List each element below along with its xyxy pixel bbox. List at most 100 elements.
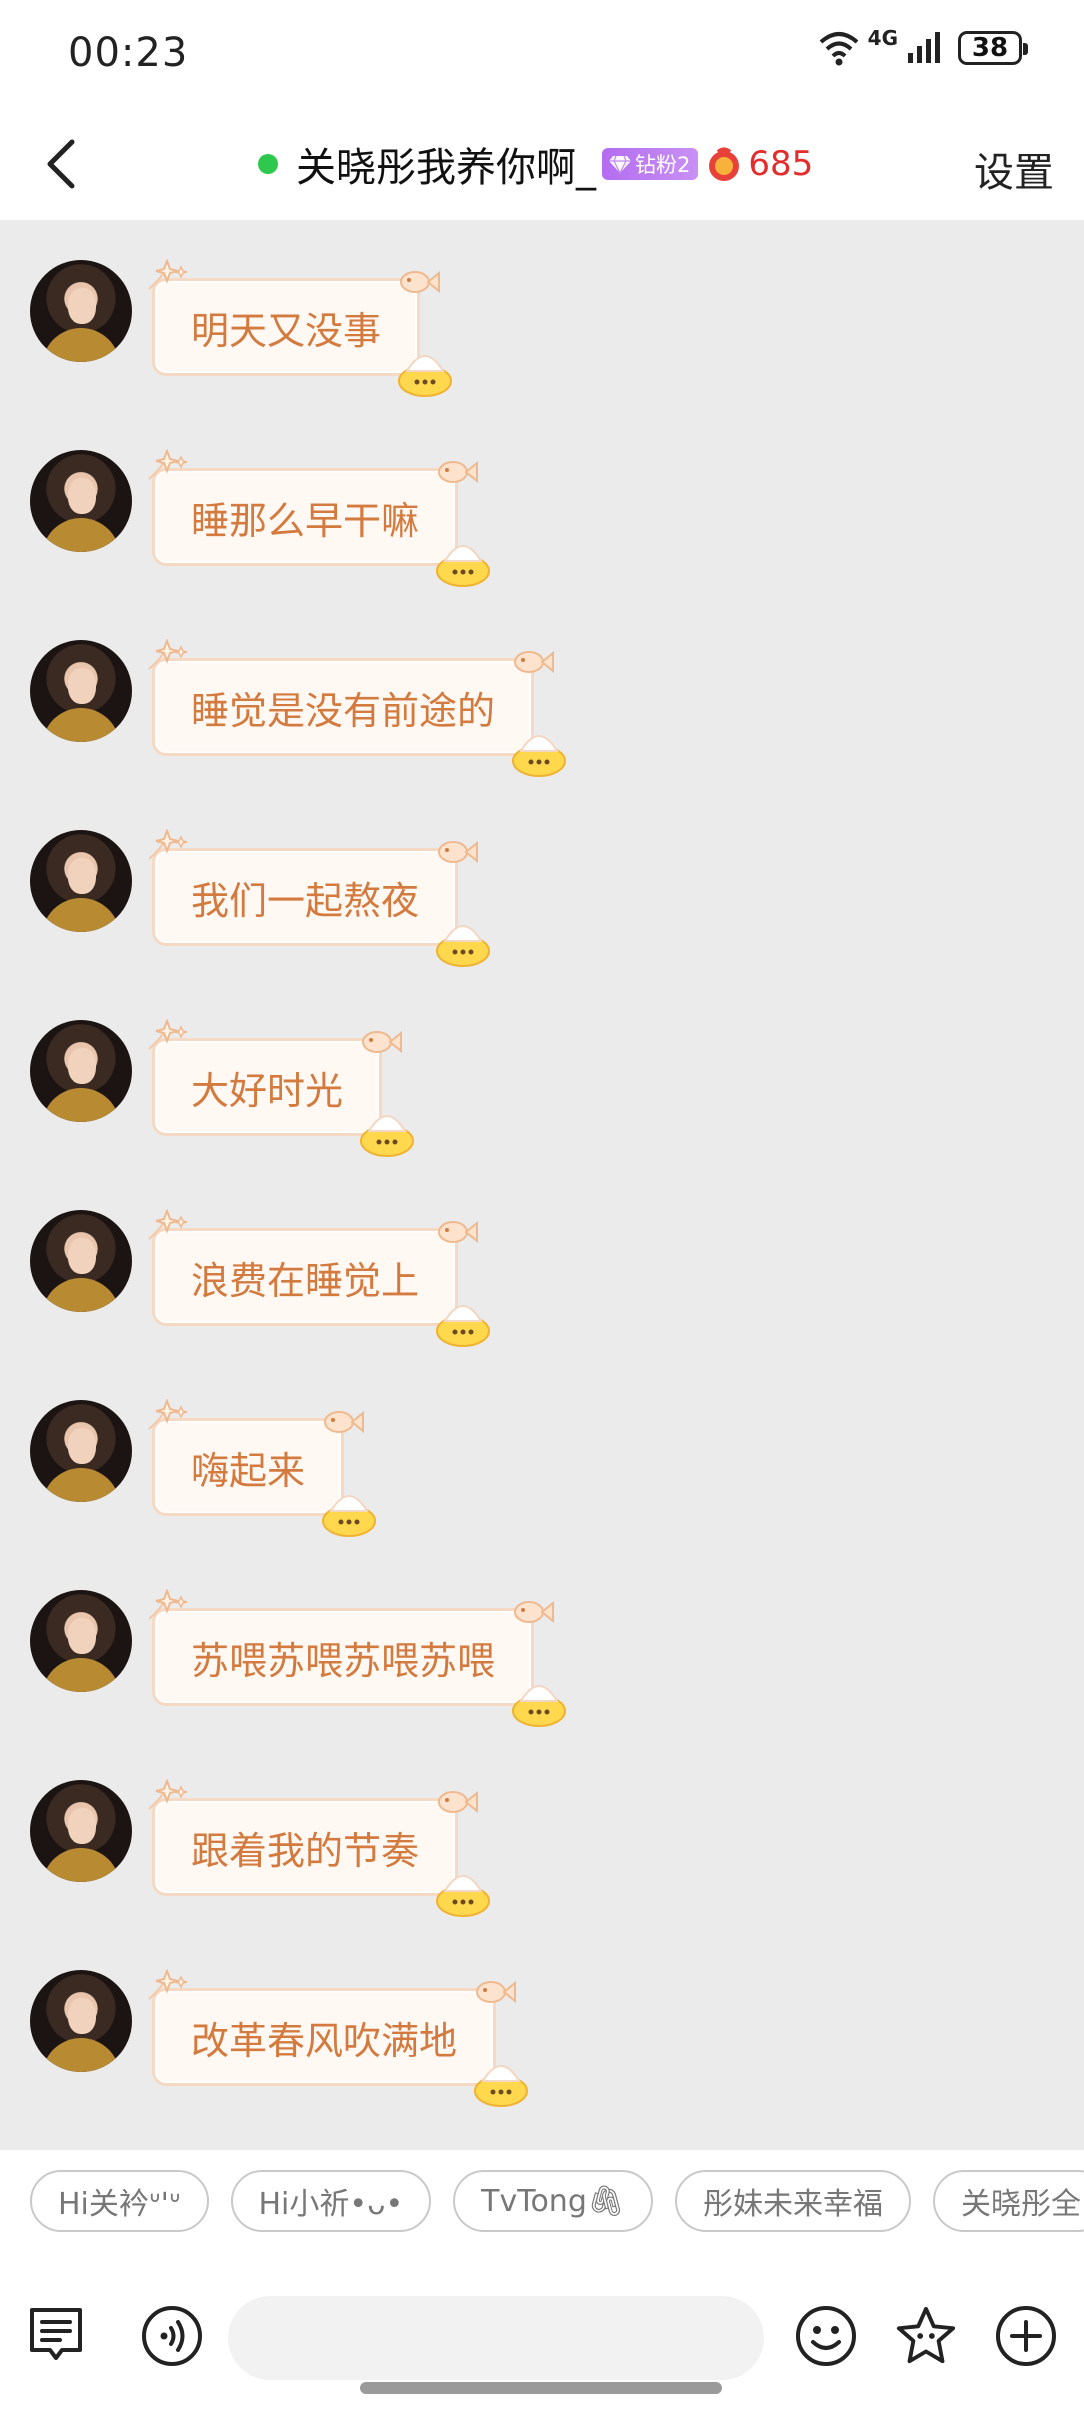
notes-button[interactable] <box>24 2304 88 2368</box>
message-list[interactable]: 明天又没事 睡那么早干嘛 睡觉是没有前途的 我们一起熬夜 大好时光 浪费在睡觉上… <box>0 220 1084 2150</box>
message-text: 浪费在睡觉上 <box>191 1258 420 1303</box>
fish-decoration-icon <box>400 270 441 294</box>
signal-icon <box>908 32 940 63</box>
bun-decoration-icon <box>360 1115 415 1157</box>
chat-title-group[interactable]: 关晓彤我养你啊_ 钻粉2 685 <box>258 134 813 194</box>
bun-decoration-icon <box>436 545 491 587</box>
fish-decoration-icon <box>476 1980 517 2004</box>
fish-decoration-icon <box>438 840 479 864</box>
chat-title: 关晓彤我养你啊_ <box>296 145 596 191</box>
message-text: 嗨起来 <box>191 1448 306 1493</box>
status-icons: 4G 38 <box>818 26 1028 66</box>
message-text: 大好时光 <box>191 1068 344 1113</box>
battery-icon: 38 <box>958 31 1028 65</box>
quick-reply-chip[interactable]: 关晓彤全 <box>932 2170 1084 2232</box>
home-indicator[interactable] <box>360 2382 722 2394</box>
quick-reply-chip[interactable]: Hi小祈•ᴗ• <box>230 2170 432 2232</box>
avatar[interactable] <box>30 450 132 552</box>
settings-button[interactable]: 设置 <box>974 140 1054 198</box>
sparkle-decoration-icon <box>148 1209 188 1240</box>
voice-button[interactable] <box>140 2304 204 2368</box>
diamond-icon <box>609 155 631 174</box>
fish-decoration-icon <box>324 1410 365 1434</box>
message-item: 浪费在睡觉上 <box>0 1170 1084 1360</box>
network-type: 4G <box>867 26 898 50</box>
sparkle-decoration-icon <box>148 1589 188 1620</box>
status-time: 00:23 <box>68 30 189 76</box>
fish-decoration-icon <box>514 650 555 674</box>
message-text: 睡那么早干嘛 <box>191 498 420 543</box>
message-text: 跟着我的节奏 <box>191 1828 420 1873</box>
fan-badge-label: 钻粉2 <box>635 153 691 177</box>
message-bubble[interactable]: 嗨起来 <box>148 1399 377 1537</box>
fish-decoration-icon <box>438 1220 479 1244</box>
fortune-badge: 685 <box>706 144 813 184</box>
emoji-button[interactable] <box>794 2304 858 2368</box>
sparkle-decoration-icon <box>148 639 188 670</box>
message-bubble[interactable]: 我们一起熬夜 <box>148 829 491 967</box>
message-input[interactable] <box>228 2296 764 2380</box>
message-item: 大好时光 <box>0 980 1084 1170</box>
avatar[interactable] <box>30 1020 132 1122</box>
message-item: 苏喂苏喂苏喂苏喂 <box>0 1550 1084 1740</box>
sparkle-decoration-icon <box>148 829 188 860</box>
plus-circle-icon <box>996 2306 1056 2366</box>
bun-decoration-icon <box>512 735 567 777</box>
avatar[interactable] <box>30 1590 132 1692</box>
fish-decoration-icon <box>438 1790 479 1814</box>
bun-decoration-icon <box>322 1495 377 1537</box>
message-bubble[interactable]: 苏喂苏喂苏喂苏喂 <box>148 1589 567 1727</box>
quick-reply-list: Hi关衿ᐡ'ᐡ Hi小祈•ᴗ• TvTong🖇 彤妹未来幸福 关晓彤全 <box>30 2170 1084 2232</box>
sparkle-decoration-icon <box>148 1019 188 1050</box>
avatar[interactable] <box>30 830 132 932</box>
sparkle-decoration-icon <box>148 1779 188 1810</box>
bun-decoration-icon <box>474 2065 529 2107</box>
bun-decoration-icon <box>398 355 453 397</box>
message-item: 嗨起来 <box>0 1360 1084 1550</box>
message-item: 跟着我的节奏 <box>0 1740 1084 1930</box>
star-face-icon <box>896 2306 956 2364</box>
message-bubble[interactable]: 睡那么早干嘛 <box>148 449 491 587</box>
message-text: 苏喂苏喂苏喂苏喂 <box>191 1638 496 1683</box>
sparkle-decoration-icon <box>148 449 188 480</box>
avatar[interactable] <box>30 260 132 362</box>
sticker-button[interactable] <box>894 2304 958 2368</box>
avatar[interactable] <box>30 1780 132 1882</box>
quick-reply-chip[interactable]: TvTong🖇 <box>453 2170 653 2232</box>
fu-bag-icon <box>709 147 740 181</box>
message-bubble[interactable]: 改革春风吹满地 <box>148 1969 529 2107</box>
fish-decoration-icon <box>362 1030 403 1054</box>
message-bubble[interactable]: 睡觉是没有前途的 <box>148 639 567 777</box>
message-bubble[interactable]: 浪费在睡觉上 <box>148 1209 491 1347</box>
message-text: 睡觉是没有前途的 <box>191 688 496 733</box>
fortune-value: 685 <box>748 144 814 184</box>
message-item: 我们一起熬夜 <box>0 790 1084 980</box>
battery-level: 38 <box>971 33 1009 63</box>
message-bubble[interactable]: 明天又没事 <box>148 259 453 397</box>
quick-reply-chip[interactable]: Hi关衿ᐡ'ᐡ <box>30 2170 209 2232</box>
bun-decoration-icon <box>512 1685 567 1727</box>
avatar[interactable] <box>30 1210 132 1312</box>
notes-icon <box>30 2308 82 2360</box>
quick-reply-chip[interactable]: 彤妹未来幸福 <box>674 2170 911 2232</box>
add-button[interactable] <box>994 2304 1058 2368</box>
message-text: 改革春风吹满地 <box>191 2018 458 2063</box>
sparkle-decoration-icon <box>148 1399 188 1430</box>
message-bubble[interactable]: 跟着我的节奏 <box>148 1779 491 1917</box>
sparkle-decoration-icon <box>148 259 188 290</box>
avatar[interactable] <box>30 1970 132 2072</box>
fish-decoration-icon <box>514 1600 555 1624</box>
avatar[interactable] <box>30 640 132 742</box>
message-bubble[interactable]: 大好时光 <box>148 1019 415 1157</box>
bun-decoration-icon <box>436 1875 491 1917</box>
message-item: 睡那么早干嘛 <box>0 410 1084 600</box>
message-item: 睡觉是没有前途的 <box>0 600 1084 790</box>
voice-icon <box>142 2306 202 2366</box>
back-button[interactable] <box>30 132 94 196</box>
emoji-icon <box>796 2306 856 2366</box>
avatar[interactable] <box>30 1400 132 1502</box>
message-item: 改革春风吹满地 <box>0 1930 1084 2120</box>
back-arrow-icon <box>47 139 75 189</box>
wifi-icon <box>819 32 858 66</box>
bun-decoration-icon <box>436 925 491 967</box>
